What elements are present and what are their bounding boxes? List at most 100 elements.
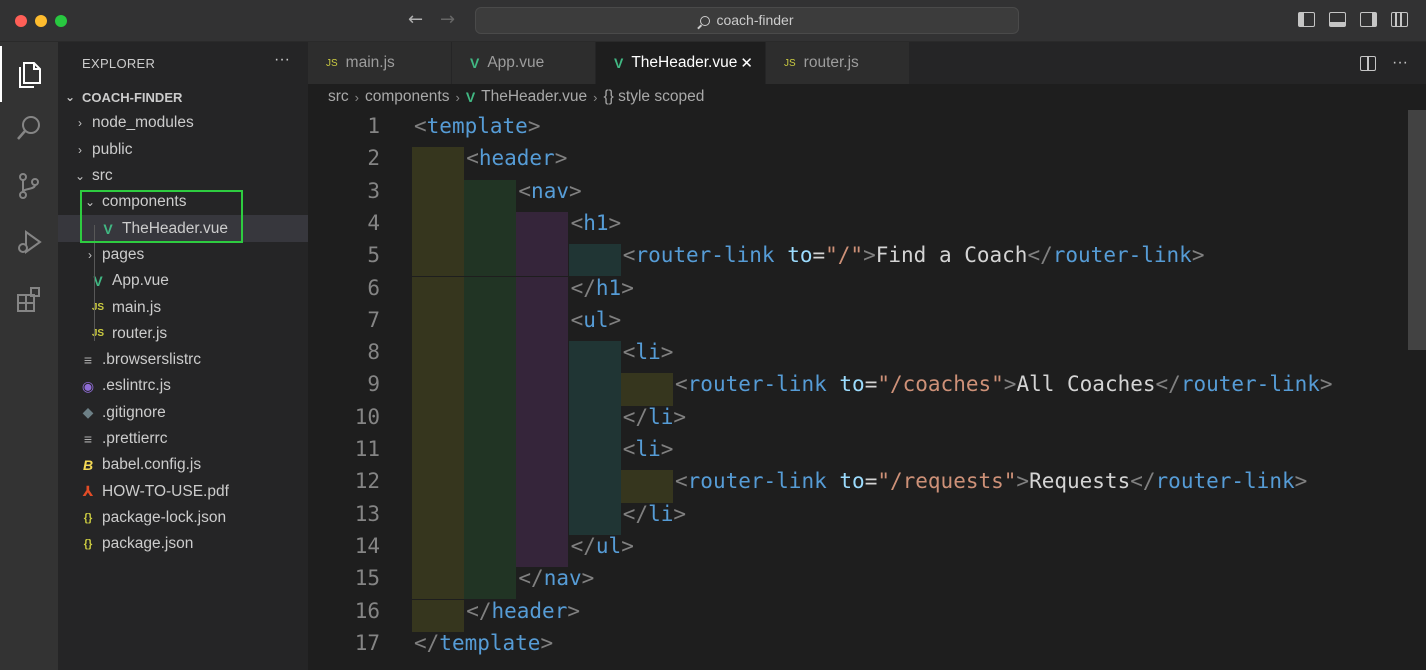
chevron-right-icon: ›: [78, 142, 82, 157]
run-debug-icon[interactable]: [0, 214, 58, 270]
indent-guide: [464, 308, 517, 342]
explorer-sidebar: EXPLORER ··· ⌄ COACH-FINDER › node_modules ›…: [58, 42, 308, 670]
code-line: <template>: [414, 114, 540, 138]
tree-item-label: node_modules: [92, 114, 194, 132]
code-token: >: [540, 630, 554, 655]
more-actions-icon[interactable]: ···: [1392, 54, 1408, 72]
toggle-secondary-sidebar-icon[interactable]: [1360, 12, 1377, 27]
layout-controls: [1298, 12, 1408, 27]
breadcrumb-components[interactable]: components: [365, 88, 449, 106]
code-token: h1: [595, 275, 622, 300]
extensions-icon[interactable]: [0, 272, 58, 328]
line-number: 11: [354, 437, 380, 461]
more-actions-icon[interactable]: ···: [274, 51, 290, 69]
close-icon[interactable]: ✕: [740, 54, 753, 72]
code-token: >: [1319, 372, 1333, 397]
tree-item-label: package.json: [102, 535, 194, 553]
tree-file[interactable]: ≡ .browserslistrc: [58, 347, 308, 373]
indent-guide: [464, 211, 517, 245]
indent-guide: [568, 470, 621, 503]
code-line: <li>: [623, 340, 674, 364]
tree-file[interactable]: V App.vue: [58, 268, 308, 294]
tree-item-label: pages: [102, 245, 145, 263]
tree-item-label: main.js: [112, 298, 162, 316]
tree-folder[interactable]: ⌄ COACH-FINDER: [58, 84, 308, 110]
tree-item-label: .browserslistrc: [102, 351, 202, 369]
indent-guide: [516, 534, 569, 568]
tab-main-js[interactable]: JS main.js: [308, 42, 452, 84]
code-line: <h1>: [571, 211, 622, 235]
indent-guide: [516, 341, 569, 374]
breadcrumb-section[interactable]: {} style scoped: [604, 88, 705, 106]
tab-router-js[interactable]: JS router.js: [766, 42, 910, 84]
code-token: router-link: [1052, 243, 1192, 268]
tree-folder[interactable]: ⌄ src: [58, 163, 308, 189]
code-line: <router-link to="/requests">Requests</ro…: [675, 469, 1307, 493]
code-token: header: [491, 598, 568, 623]
tab-label: main.js: [345, 54, 395, 71]
explorer-icon[interactable]: [0, 46, 58, 102]
code-line: <li>: [623, 437, 674, 461]
tree-file[interactable]: JS router.js: [58, 321, 308, 347]
tree-file[interactable]: ◆ .gitignore: [58, 400, 308, 426]
line-number: 5: [367, 243, 380, 268]
search-icon[interactable]: [0, 100, 58, 156]
tree-file[interactable]: JS main.js: [58, 294, 308, 320]
command-center-search[interactable]: coach-finder: [475, 7, 1019, 34]
tab-app-vue[interactable]: V App.vue: [452, 42, 596, 84]
source-control-icon[interactable]: [0, 158, 58, 214]
code-token: li: [648, 501, 674, 526]
tree-file[interactable]: {} package.json: [58, 531, 308, 557]
config-icon: ≡: [83, 431, 93, 447]
indent-guide: [620, 373, 673, 406]
breadcrumb-src[interactable]: src: [328, 88, 349, 106]
eslint-icon: ◉: [81, 377, 95, 394]
tree-file[interactable]: Bbabel.config.js: [58, 452, 308, 478]
chevron-right-icon: ›: [78, 116, 82, 131]
maximize-window-button[interactable]: [55, 15, 67, 27]
line-number: 17: [354, 630, 380, 655]
indent-guide: [516, 373, 569, 406]
line-number: 8: [367, 340, 380, 365]
indent-guide: [464, 405, 517, 438]
toggle-panel-icon[interactable]: [1329, 12, 1346, 27]
customize-layout-icon[interactable]: [1391, 12, 1408, 27]
indent-guide: [412, 276, 464, 309]
tree-item-label: .gitignore: [102, 403, 166, 421]
back-arrow-icon[interactable]: ←: [408, 9, 423, 30]
forward-arrow-icon[interactable]: →: [440, 9, 455, 30]
split-editor-icon[interactable]: [1360, 55, 1377, 71]
editor-scrollbar[interactable]: [1408, 110, 1426, 350]
tree-file[interactable]: ⅄ HOW-TO-USE.pdf: [58, 478, 308, 504]
code-token: </: [1155, 372, 1181, 397]
tab-theheader-vue[interactable]: V TheHeader.vue ✕: [596, 42, 766, 84]
line-number: 13: [354, 501, 380, 526]
code-token: =: [864, 372, 878, 397]
code-token: Requests: [1029, 469, 1131, 494]
code-token: </: [570, 275, 596, 300]
line-number: 6: [367, 275, 380, 300]
tree-folder[interactable]: › public: [58, 137, 308, 163]
breadcrumb-file[interactable]: TheHeader.vue: [481, 88, 587, 106]
toggle-sidebar-icon[interactable]: [1298, 12, 1315, 27]
tree-folder[interactable]: › node_modules: [58, 110, 308, 136]
code-token: <: [414, 114, 427, 138]
code-editor[interactable]: 1 <template> 2 <header> 3 <nav> 4 <h1> 5 <router-…: [308, 110, 1408, 670]
code-token: >: [673, 501, 687, 526]
tree-file[interactable]: ≡ .prettierrc: [58, 426, 308, 452]
tree-item-label: babel.config.js: [102, 456, 202, 474]
indent-guide: [516, 502, 569, 535]
tree-file[interactable]: ◉ .eslintrc.js: [58, 373, 308, 399]
line-number: 10: [354, 404, 380, 429]
tree-item-label: HOW-TO-USE.pdf: [102, 482, 229, 500]
code-token: <: [675, 372, 688, 397]
tree-file[interactable]: {} package-lock.json: [58, 505, 308, 531]
close-window-button[interactable]: [15, 15, 27, 27]
code-token: router-link: [687, 372, 827, 397]
code-token: </: [518, 566, 544, 591]
code-line: </header>: [466, 599, 580, 623]
minimize-window-button[interactable]: [35, 15, 47, 27]
tree-folder[interactable]: › pages: [58, 242, 308, 268]
code-token: >: [608, 307, 622, 332]
